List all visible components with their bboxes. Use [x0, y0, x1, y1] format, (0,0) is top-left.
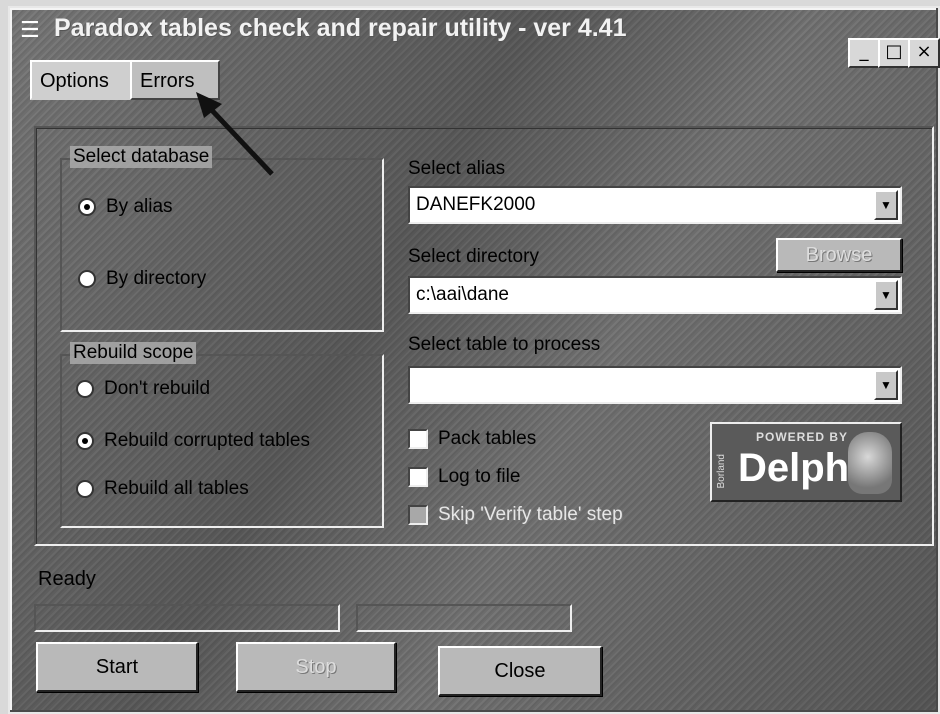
radio-dont-rebuild[interactable]: Don't rebuild — [76, 378, 210, 400]
directory-combo[interactable]: c:\aai\dane ▼ — [408, 276, 902, 314]
select-alias-label: Select alias — [408, 158, 506, 179]
log-to-file-label: Log to file — [438, 466, 521, 487]
title-bar[interactable]: ☰ Paradox tables check and repair utilit… — [10, 8, 938, 48]
directory-value: c:\aai\dane — [416, 284, 509, 305]
system-menu-icon[interactable]: ☰ — [20, 18, 40, 43]
alias-value: DANEFK2000 — [416, 194, 536, 215]
stop-button[interactable]: Stop — [236, 642, 396, 692]
rebuild-scope-group: Rebuild scope Don't rebuild Rebuild corr… — [60, 342, 384, 528]
borland-text: Borland — [716, 454, 727, 489]
select-database-group: Select database By alias By directory — [60, 146, 384, 332]
tab-errors[interactable]: Errors — [130, 60, 220, 100]
maximize-button[interactable]: □ — [878, 38, 910, 68]
select-database-legend: Select database — [70, 146, 213, 168]
window-title: Paradox tables check and repair utility … — [54, 14, 627, 42]
select-directory-label: Select directory — [408, 246, 539, 267]
radio-unselected-icon — [76, 479, 94, 498]
delphi-wordmark: Delphi — [738, 446, 861, 490]
radio-selected-icon — [78, 197, 96, 216]
close-button[interactable]: Close — [438, 646, 602, 696]
checkbox-icon — [408, 504, 428, 525]
tab-options[interactable]: Options — [30, 60, 134, 100]
radio-by-directory-label: By directory — [106, 268, 207, 289]
progress-bar-current — [356, 604, 572, 632]
log-to-file-checkbox[interactable]: Log to file — [408, 466, 520, 488]
radio-by-directory[interactable]: By directory — [78, 268, 206, 290]
alias-combo[interactable]: DANEFK2000 ▼ — [408, 186, 902, 224]
radio-dont-rebuild-label: Don't rebuild — [104, 378, 211, 399]
close-window-button[interactable]: × — [908, 38, 940, 68]
skip-verify-checkbox[interactable]: Skip 'Verify table' step — [408, 504, 623, 526]
oracle-face-icon — [848, 432, 892, 494]
browse-button[interactable]: Browse — [776, 238, 902, 272]
main-window: ☰ Paradox tables check and repair utilit… — [8, 6, 940, 714]
radio-by-alias[interactable]: By alias — [78, 196, 173, 218]
minimize-button[interactable]: _ — [848, 38, 880, 68]
radio-rebuild-all-label: Rebuild all tables — [104, 478, 249, 499]
start-button[interactable]: Start — [36, 642, 198, 692]
radio-rebuild-corrupted[interactable]: Rebuild corrupted tables — [76, 430, 310, 452]
dropdown-arrow-icon[interactable]: ▼ — [874, 370, 898, 400]
radio-rebuild-corrupted-label: Rebuild corrupted tables — [104, 430, 310, 451]
radio-unselected-icon — [76, 379, 94, 398]
pack-tables-checkbox[interactable]: Pack tables — [408, 428, 536, 450]
checkbox-icon — [408, 466, 428, 487]
select-table-label: Select table to process — [408, 334, 601, 355]
status-text: Ready — [38, 568, 96, 590]
powered-by-text: POWERED BY — [756, 430, 849, 444]
radio-by-alias-label: By alias — [106, 196, 173, 217]
radio-unselected-icon — [78, 269, 96, 288]
radio-selected-icon — [76, 431, 94, 450]
dropdown-arrow-icon[interactable]: ▼ — [874, 190, 898, 220]
progress-bar-total — [34, 604, 340, 632]
checkbox-icon — [408, 428, 428, 449]
dropdown-arrow-icon[interactable]: ▼ — [874, 280, 898, 310]
rebuild-scope-legend: Rebuild scope — [70, 342, 197, 364]
pack-tables-label: Pack tables — [438, 428, 537, 449]
delphi-logo: POWERED BY Borland Delphi — [710, 422, 902, 502]
radio-rebuild-all[interactable]: Rebuild all tables — [76, 478, 249, 500]
table-combo[interactable]: ▼ — [408, 366, 902, 404]
skip-verify-label: Skip 'Verify table' step — [438, 504, 623, 525]
